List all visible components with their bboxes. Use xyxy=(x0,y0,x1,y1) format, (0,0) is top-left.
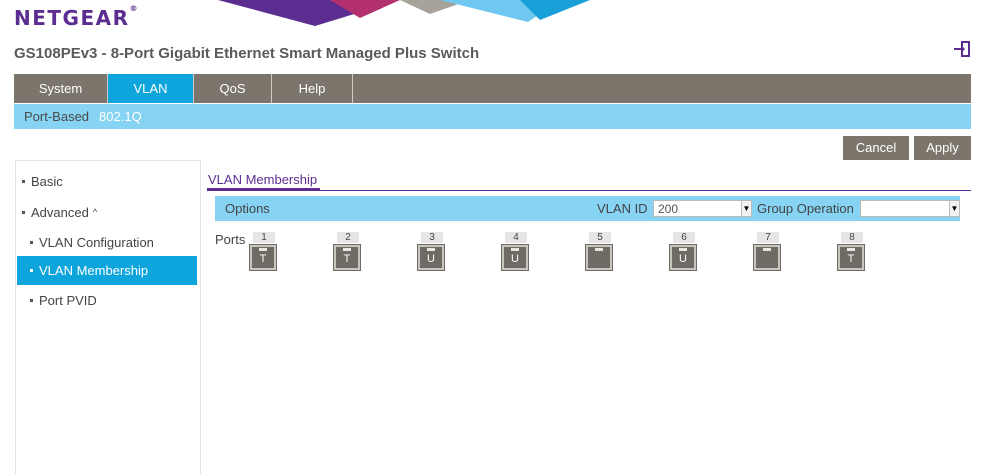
vlan-id-value: 200 xyxy=(658,202,679,216)
port-6: 6 U xyxy=(669,232,697,272)
sidebar-item-label: VLAN Membership xyxy=(39,263,149,278)
sidebar-item-label: Advanced xyxy=(31,205,89,220)
port-number: 7 xyxy=(757,232,779,243)
port-number: 5 xyxy=(589,232,611,243)
sidebar-item-advanced[interactable]: Advanced ^ xyxy=(16,198,198,227)
sidebar-item-label: Basic xyxy=(31,174,63,189)
chevron-down-icon: ▼ xyxy=(741,201,751,216)
port-7: 7 xyxy=(753,232,781,272)
divider xyxy=(207,190,971,191)
sidebar-item-port-pvid[interactable]: Port PVID xyxy=(16,286,198,315)
port-membership: T xyxy=(259,253,267,265)
port-membership: U xyxy=(679,253,687,265)
tab-vlan[interactable]: VLAN xyxy=(108,74,194,103)
sidebar-item-label: Port PVID xyxy=(39,293,97,308)
port-8: 8 T xyxy=(837,232,865,272)
header-banner-graphic xyxy=(218,0,590,26)
port-number: 8 xyxy=(841,232,863,243)
port-number: 4 xyxy=(505,232,527,243)
product-title: GS108PEv3 - 8-Port Gigabit Ethernet Smar… xyxy=(14,45,480,62)
ethernet-port-icon[interactable]: U xyxy=(669,244,697,271)
bullet-icon xyxy=(22,211,25,215)
port-5: 5 xyxy=(585,232,613,272)
logout-icon[interactable] xyxy=(953,40,971,58)
bullet-icon xyxy=(30,241,33,245)
port-number: 3 xyxy=(421,232,443,243)
port-4: 4 U xyxy=(501,232,529,272)
sidebar-item-basic[interactable]: Basic xyxy=(16,167,198,196)
tab-help[interactable]: Help xyxy=(272,74,353,103)
bullet-icon xyxy=(30,269,33,273)
ethernet-port-icon[interactable]: T xyxy=(333,244,361,271)
port-2: 2 T xyxy=(333,232,361,272)
registered-mark: ® xyxy=(129,4,138,13)
port-number: 1 xyxy=(253,232,275,243)
vlan-id-select[interactable]: 200 ▼ xyxy=(653,200,752,217)
vlan-id-label: VLAN ID xyxy=(597,201,648,216)
ethernet-port-icon[interactable]: T xyxy=(249,244,277,271)
brand-name: NETGEAR xyxy=(14,6,130,30)
group-operation-label: Group Operation xyxy=(757,201,854,216)
subtab-8021q[interactable]: 802.1Q xyxy=(99,104,152,129)
group-operation-select[interactable]: ▼ xyxy=(860,200,960,217)
options-label: Options xyxy=(225,201,270,216)
port-1: 1 T xyxy=(249,232,277,272)
tab-system[interactable]: System xyxy=(14,74,108,103)
ethernet-port-icon[interactable]: U xyxy=(501,244,529,271)
port-membership: T xyxy=(343,253,351,265)
options-bar: Options VLAN ID 200 ▼ Group Operation ▼ xyxy=(215,196,960,221)
top-navigation: System VLAN QoS Help xyxy=(14,74,971,103)
port-membership: T xyxy=(847,253,855,265)
port-membership: U xyxy=(511,253,519,265)
cancel-button[interactable]: Cancel xyxy=(843,136,909,160)
port-number: 2 xyxy=(337,232,359,243)
sidebar-item-vlan-configuration[interactable]: VLAN Configuration xyxy=(16,228,198,257)
chevron-down-icon: ▼ xyxy=(949,201,959,216)
chevron-up-icon: ^ xyxy=(92,207,98,217)
ethernet-port-icon[interactable]: U xyxy=(417,244,445,271)
ethernet-port-icon[interactable]: T xyxy=(837,244,865,271)
sidebar: Basic Advanced ^ VLAN Configuration VLAN … xyxy=(15,160,201,474)
sub-navigation: Port-Based 802.1Q xyxy=(14,104,971,129)
tab-qos[interactable]: QoS xyxy=(194,74,272,103)
sidebar-item-label: VLAN Configuration xyxy=(39,235,154,250)
ports-label: Ports xyxy=(215,232,246,247)
bullet-icon xyxy=(30,299,33,303)
netgear-logo: NETGEAR® xyxy=(14,4,138,30)
port-number: 6 xyxy=(673,232,695,243)
sidebar-item-vlan-membership[interactable]: VLAN Membership xyxy=(17,256,197,285)
apply-button[interactable]: Apply xyxy=(914,136,971,160)
bullet-icon xyxy=(22,180,25,184)
section-title: VLAN Membership xyxy=(208,172,318,187)
subtab-port-based[interactable]: Port-Based xyxy=(14,104,99,129)
port-3: 3 U xyxy=(417,232,445,272)
ethernet-port-icon[interactable] xyxy=(585,244,613,271)
port-membership: U xyxy=(427,253,435,265)
ethernet-port-icon[interactable] xyxy=(753,244,781,271)
